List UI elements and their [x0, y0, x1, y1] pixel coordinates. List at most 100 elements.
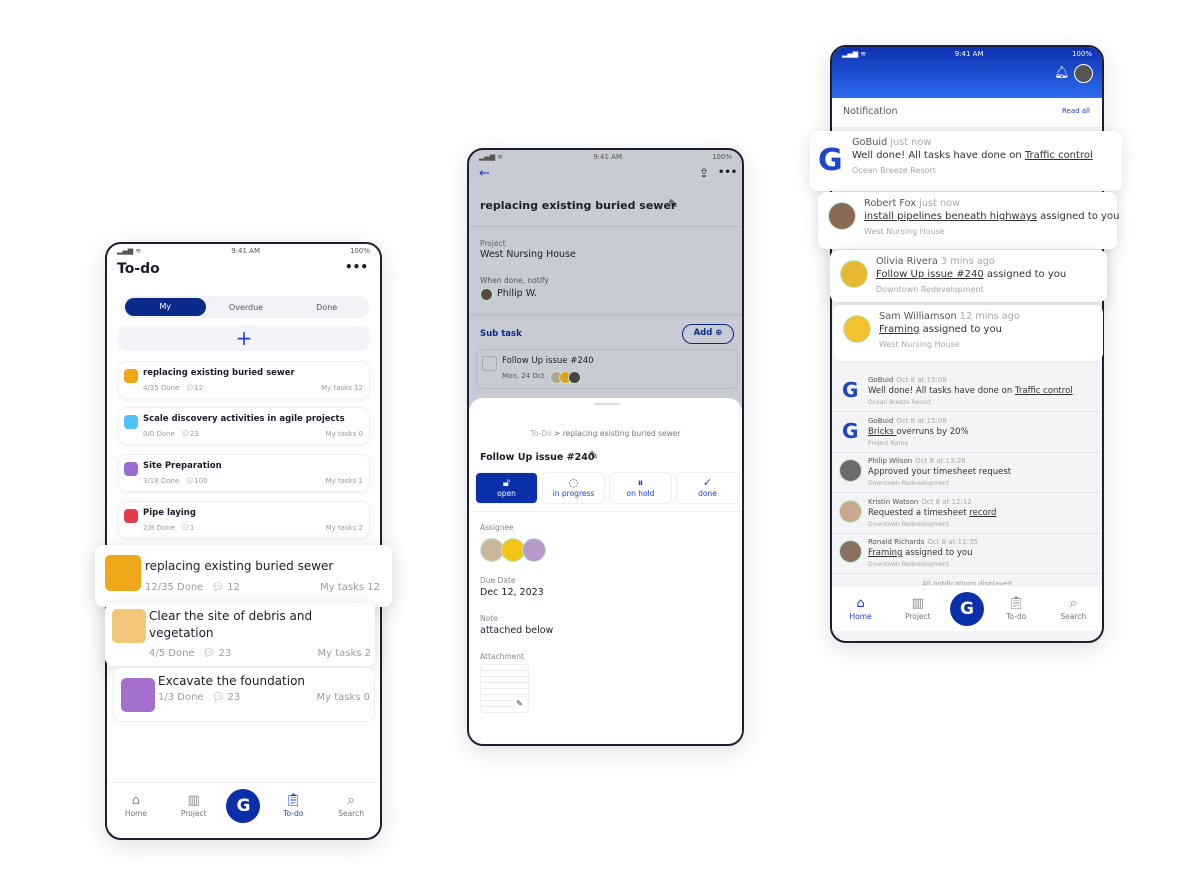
notification-message: Framing assigned to you	[868, 548, 973, 558]
gobuild-logo-button[interactable]: G	[226, 788, 261, 823]
page-title: To-do	[117, 261, 160, 277]
attachment-label: Attachment	[480, 652, 524, 661]
add-subtask-button[interactable]: Add ⊕	[682, 324, 734, 344]
comment-count: 100	[194, 477, 208, 485]
message-link[interactable]: Framing	[879, 324, 919, 335]
gobuild-logo: G	[842, 418, 859, 443]
notification-header: Philip Wilson Oct 8 at 13:28	[868, 457, 966, 465]
back-arrow-icon[interactable]: ←	[479, 166, 490, 181]
read-all-link[interactable]: Read all	[1062, 107, 1090, 115]
notification-item[interactable]: Sam Williamson 12 mins ago Framing assigne…	[833, 305, 1103, 361]
nav-to-do[interactable]: 📋︎ To-do	[991, 596, 1041, 621]
notification-title: Notification	[843, 106, 898, 117]
notification-item[interactable]: Robert Fox just now install pipelines bene…	[818, 192, 1119, 249]
status-open[interactable]: 🔓︎ open	[475, 472, 538, 504]
message-link[interactable]: Framing	[868, 548, 902, 558]
sender-avatar	[843, 315, 871, 343]
gobuild-logo-button[interactable]: G	[949, 591, 984, 626]
status-label: on hold	[626, 489, 655, 498]
sheet-handle[interactable]	[594, 403, 620, 405]
todo-meta: 1/3 Done 💬︎ 23	[158, 692, 240, 703]
tab-done[interactable]: Done	[286, 303, 367, 312]
nav-label: Search	[338, 809, 364, 818]
edit-pencil-icon[interactable]: ✎	[668, 197, 678, 211]
todo-phone: ▂▄▆ ≋ 9:41 AM 100% To-do ••• My Overdue Do…	[105, 242, 382, 840]
my-tasks-count: My tasks 1	[325, 477, 363, 485]
message-link[interactable]: Bricks	[868, 427, 896, 437]
message-link[interactable]: Traffic control	[1015, 386, 1073, 396]
notification-item[interactable]: Ronald Richards Oct 8 at 11:35 Framing ass…	[832, 534, 1102, 574]
project-name: Ocean Breeze Resort	[868, 399, 931, 406]
notification-item[interactable]: G GoBuid just now Well done! All tasks have…	[810, 131, 1122, 191]
nav-project[interactable]: ▥ Project	[893, 596, 943, 621]
notification-time: Oct 8 at 13:28	[915, 457, 966, 465]
home-icon: ⌂	[131, 793, 141, 808]
status-bar: ▂▄▆ ≋ 9:41 AM 100%	[479, 153, 732, 161]
user-avatar[interactable]	[1074, 64, 1093, 83]
notify-person: Philip W.	[497, 288, 538, 299]
status-time: 9:41 AM	[231, 247, 260, 255]
divider	[469, 313, 742, 317]
message-link[interactable]: install pipelines beneath highways	[864, 211, 1037, 222]
todo-meta: 4/5 Done 💬︎ 23	[149, 648, 231, 659]
todo-title: Site Preparation	[143, 461, 222, 471]
message-link[interactable]: record	[969, 508, 996, 518]
attachment-thumbnail[interactable]: ✎	[480, 664, 529, 713]
todo-card[interactable]: Pipe laying 2/8 Done 💬︎1 My tasks 2	[118, 501, 370, 539]
notification-item[interactable]: G GoBuid Oct 8 at 15:08 Bricks overruns by …	[832, 412, 1102, 453]
nav-project[interactable]: ▥ Project	[169, 793, 219, 818]
done-count: 12/35 Done	[145, 582, 204, 593]
notification-item[interactable]: Kristin Watson Oct 8 at 12:12 Requested a …	[832, 493, 1102, 534]
message-text: assigned to you	[983, 269, 1067, 280]
notification-item[interactable]: G GoBuid Oct 8 at 15:08 Well done! All task…	[832, 372, 1102, 412]
tab-my[interactable]: My	[125, 298, 206, 316]
nav-search[interactable]: ⌕ Search	[1048, 596, 1098, 621]
comment-icon: 💬︎	[180, 524, 190, 532]
bell-icon[interactable]: 🔔︎	[1054, 65, 1069, 79]
task-title: replacing existing buried sewer	[480, 199, 677, 212]
notification-item[interactable]: Olivia Rivera 3 mins ago Follow Up issue #…	[830, 250, 1107, 302]
more-horizontal-icon[interactable]: •••	[345, 260, 368, 274]
edit-pencil-icon[interactable]: ✎	[589, 449, 598, 462]
nav-home[interactable]: ⌂ Home	[111, 793, 161, 818]
todo-card-highlight[interactable]: Clear the site of debris and vegetation 4…	[105, 603, 375, 666]
add-task-button[interactable]: +	[118, 326, 370, 351]
status-on-hold[interactable]: ⏸︎ on hold	[609, 472, 672, 504]
todo-card[interactable]: Site Preparation 3/18 Done 💬︎100 My tasks 1	[118, 454, 370, 492]
status-done[interactable]: ✓ done	[676, 472, 739, 504]
notification-time: Oct 8 at 11:35	[927, 538, 978, 546]
tab-overdue[interactable]: Overdue	[206, 303, 287, 312]
todo-card[interactable]: Scale discovery activities in agile proj…	[118, 407, 370, 445]
todo-card-highlight[interactable]: replacing existing buried sewer 12/35 Don…	[95, 545, 392, 607]
message-link[interactable]: Traffic control	[1025, 150, 1093, 161]
nav-search[interactable]: ⌕ Search	[326, 793, 376, 818]
search-icon: ⌕	[1069, 596, 1077, 611]
nav-to-do[interactable]: 📋︎ To-do	[268, 793, 318, 818]
status-in-progress[interactable]: ◌ in progress	[542, 472, 605, 504]
nav-home[interactable]: ⌂ Home	[836, 596, 886, 621]
my-tasks-count: My tasks 2	[317, 648, 371, 659]
project-name: Downtown Redevelopment	[876, 285, 984, 294]
notification-message: Approved your timesheet request	[868, 467, 1011, 477]
done-count: 4/35 Done	[143, 384, 180, 392]
notification-header: GoBuid Oct 8 at 15:08	[868, 376, 947, 384]
nav-label: Home	[124, 809, 147, 818]
notification-item[interactable]: Philip Wilson Oct 8 at 13:28 Approved your…	[832, 453, 1102, 493]
subtask-checkbox[interactable]	[482, 356, 497, 371]
breadcrumb-root[interactable]: To-Do	[531, 429, 552, 438]
subtask-date: Mon, 24 Oct	[502, 372, 545, 380]
subtask-title: Follow Up issue #240	[502, 356, 594, 366]
done-count: 3/18 Done	[143, 477, 180, 485]
notification-message: install pipelines beneath highways assig…	[864, 211, 1119, 222]
subtask-card[interactable]: Follow Up issue #240 Mon, 24 Oct	[476, 349, 738, 389]
status-bar: ▂▄▆ ≋ 9:41 AM 100%	[117, 247, 370, 255]
message-link[interactable]: Follow Up issue #240	[876, 269, 984, 280]
project-icon	[105, 555, 141, 591]
todo-card-highlight[interactable]: Excavate the foundation 1/3 Done 💬︎ 23 My t…	[113, 667, 375, 722]
todo-card[interactable]: replacing existing buried sewer 4/35 Done…	[118, 361, 370, 399]
comment-count: 23	[218, 648, 232, 659]
more-horizontal-icon[interactable]: •••	[718, 167, 737, 178]
edit-attachment-icon[interactable]: ✎	[513, 697, 526, 710]
share-icon[interactable]: ⇪	[699, 166, 709, 180]
done-count: 0/0 Done	[143, 430, 175, 438]
